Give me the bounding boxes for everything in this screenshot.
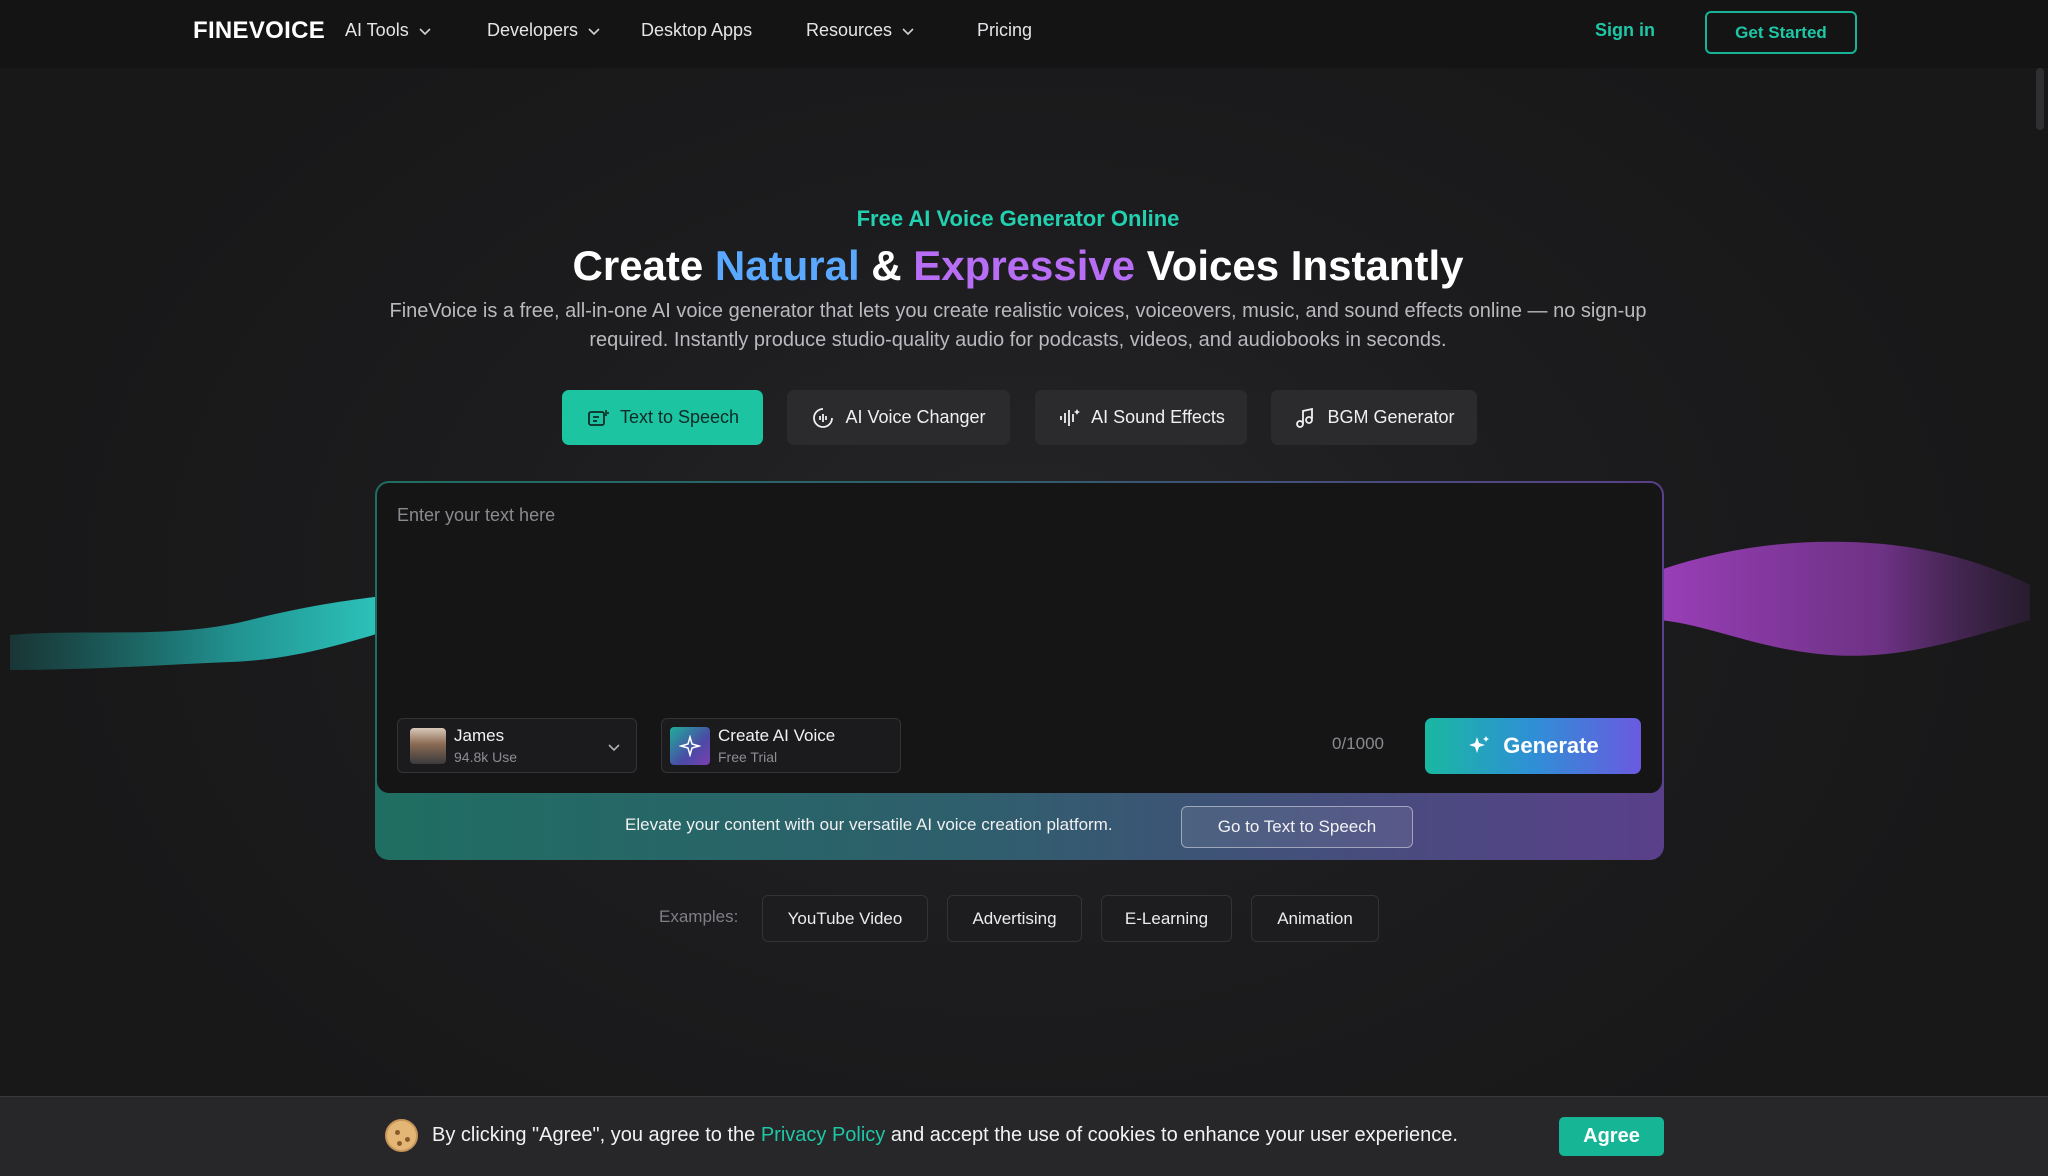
examples-label: Examples: (659, 907, 739, 926)
hero-description: FineVoice is a free, all-in-one AI voice… (389, 300, 1647, 351)
hero-headline: Create Natural & Expressive Voices Insta… (0, 242, 2036, 290)
headline-expressive: Expressive (913, 242, 1136, 289)
purple-wave-decoration (1660, 541, 2030, 656)
cookie-text-part: By clicking "Agree", you agree to the (432, 1124, 761, 1146)
tab-label: Text to Speech (619, 407, 740, 427)
example-chip-e-learning[interactable]: E-Learning (1101, 895, 1232, 942)
tab-label: BGM Generator (1327, 407, 1455, 427)
sign-in-link[interactable]: Sign in (1595, 20, 1655, 41)
voice-selector[interactable]: James 94.8k Use (397, 718, 637, 773)
create-voice-subtitle: Free Trial (718, 749, 778, 765)
nav-resources[interactable]: Resources (806, 20, 916, 41)
create-voice-title: Create AI Voice (718, 726, 836, 745)
voice-usage: 94.8k Use (454, 749, 518, 765)
tab-ai-voice-changer[interactable]: AI Voice Changer (787, 390, 1010, 445)
sparkle-diamond-icon (670, 727, 710, 765)
headline-natural: Natural (714, 242, 860, 289)
voice-name: James (454, 726, 505, 745)
avatar (410, 728, 446, 764)
tab-label: AI Voice Changer (845, 407, 986, 427)
privacy-policy-link[interactable]: Privacy Policy (761, 1124, 885, 1146)
example-chip-youtube-video[interactable]: YouTube Video (762, 895, 928, 942)
text-input-placeholder[interactable]: Enter your text here (397, 505, 555, 526)
tab-ai-sound-effects[interactable]: AI Sound Effects (1035, 390, 1247, 445)
nav-item-label: AI Tools (345, 20, 409, 40)
chevron-down-icon (902, 27, 914, 35)
agree-button[interactable]: Agree (1559, 1117, 1664, 1156)
tab-text-to-speech[interactable]: Text to Speech (562, 390, 763, 445)
get-started-button[interactable]: Get Started (1705, 11, 1857, 54)
example-chip-animation[interactable]: Animation (1251, 895, 1379, 942)
promo-text: Elevate your content with our versatile … (625, 815, 1113, 834)
headline-part: Voices Instantly (1135, 242, 1464, 289)
nav-item-label: Resources (806, 20, 893, 40)
cookie-text-part: and accept the use of cookies to enhance… (885, 1124, 1458, 1146)
top-navbar: FINEVOICE AI Tools Developers Desktop Ap… (0, 0, 2048, 68)
generate-button[interactable]: Generate (1425, 718, 1641, 774)
sparkle-icon (1469, 736, 1490, 753)
cookie-consent-bar: By clicking "Agree", you agree to the Pr… (0, 1096, 2048, 1176)
cookie-icon (385, 1119, 418, 1152)
nav-ai-tools[interactable]: AI Tools (345, 20, 433, 41)
hero-eyebrow: Free AI Voice Generator Online (856, 206, 1180, 231)
create-ai-voice-button[interactable]: Create AI Voice Free Trial (661, 718, 901, 773)
cookie-message: By clicking "Agree", you agree to the Pr… (432, 1124, 1458, 1147)
generate-label: Generate (1503, 733, 1599, 758)
brand-logo[interactable]: FINEVOICE (193, 17, 325, 45)
music-note-icon (1296, 407, 1314, 428)
nav-pricing[interactable]: Pricing (977, 20, 1032, 41)
chevron-down-icon (419, 27, 431, 35)
headline-part: Create (572, 242, 715, 289)
text-to-speech-icon (588, 409, 609, 426)
headline-part: & (859, 242, 914, 289)
nav-desktop-apps[interactable]: Desktop Apps (641, 20, 752, 41)
character-counter: 0/1000 (1332, 734, 1384, 753)
scrollbar-thumb[interactable] (2036, 68, 2044, 130)
sound-wave-icon (1060, 408, 1081, 426)
go-to-text-to-speech-button[interactable]: Go to Text to Speech (1181, 806, 1413, 848)
nav-developers[interactable]: Developers (487, 20, 602, 41)
tab-bgm-generator[interactable]: BGM Generator (1271, 390, 1477, 445)
chevron-down-icon (588, 27, 600, 35)
chevron-down-icon (608, 744, 620, 752)
tab-label: AI Sound Effects (1091, 407, 1225, 427)
nav-item-label: Pricing (977, 20, 1033, 40)
teal-wave-decoration (10, 595, 390, 670)
voice-changer-icon (813, 407, 834, 428)
nav-item-label: Desktop Apps (641, 20, 753, 40)
example-chip-advertising[interactable]: Advertising (947, 895, 1082, 942)
nav-item-label: Developers (487, 20, 579, 40)
